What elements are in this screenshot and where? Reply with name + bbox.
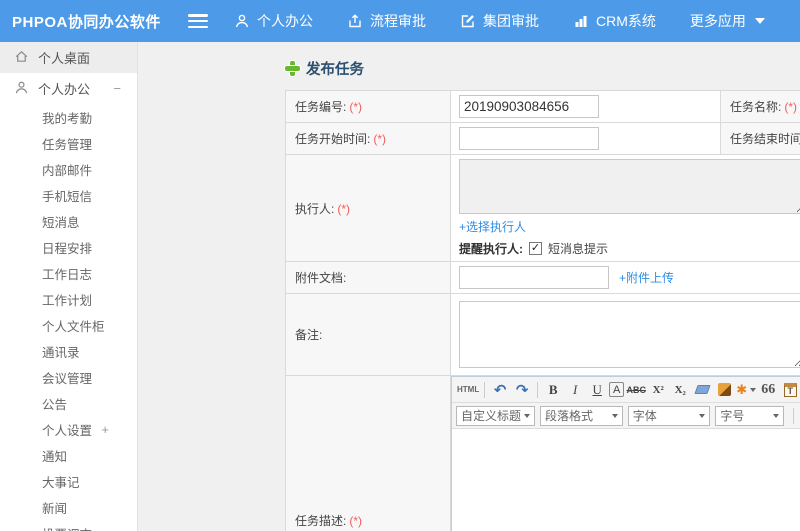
strikethrough-button[interactable]: ABC [626, 380, 646, 400]
sidebar-item-mobile-sms[interactable]: 手机短信 [0, 182, 137, 208]
page-title-text: 发布任务 [306, 62, 364, 78]
nav-label: CRM系统 [596, 13, 656, 29]
nav-label: 流程审批 [370, 13, 426, 29]
font-border-button[interactable]: A [609, 382, 625, 397]
editor-content[interactable] [452, 429, 800, 531]
font-size-dropdown[interactable]: 字号 [715, 405, 784, 426]
attachment-input[interactable] [459, 266, 609, 289]
font-family-dropdown[interactable]: 字体 [627, 405, 711, 426]
attachment-label-cell: 附件文档: [285, 261, 451, 294]
sidebar-item-notice[interactable]: 通知 [0, 442, 137, 468]
nav-label: 个人办公 [257, 13, 313, 29]
upload-arrow-icon [347, 13, 363, 29]
sidebar-item-my-attendance[interactable]: 我的考勤 [0, 104, 137, 130]
sidebar-item-memorabilia[interactable]: 大事记 [0, 468, 137, 494]
sidebar-item-announcement[interactable]: 公告 [0, 390, 137, 416]
required-mark: (*) [349, 514, 363, 528]
description-label-cell: 任务描述: (*) [285, 375, 451, 531]
sidebar-item-internal-mail[interactable]: 内部邮件 [0, 156, 137, 182]
task-name-label-cell: 任务名称: (*) [720, 90, 800, 123]
sidebar-item-label: 个人办公 [38, 82, 91, 97]
sms-remind-checkbox[interactable]: ✓ [529, 242, 542, 255]
top-navbar: PHPOA协同办公软件 个人办公 流程审批 集团审批 CRM系统 更多应用 [0, 0, 800, 42]
add-icon [285, 61, 300, 76]
end-time-label-cell: 任务结束时间:(*) [720, 122, 800, 155]
nav-group-approval[interactable]: 集团审批 [460, 11, 539, 31]
menu-toggle-icon[interactable] [188, 14, 208, 28]
remark-textarea[interactable] [459, 301, 800, 368]
sidebar-item-label: 个人桌面 [38, 51, 91, 66]
edit-square-icon [460, 13, 476, 29]
nav-crm-system[interactable]: CRM系统 [573, 11, 656, 31]
collapse-icon[interactable]: − [113, 81, 121, 96]
page-title: 发布任务 [285, 58, 800, 79]
paste-text-icon[interactable]: T [780, 380, 800, 400]
nav-label: 更多应用 [689, 13, 746, 29]
sidebar-item-work-plan[interactable]: 工作计划 [0, 286, 137, 312]
editor-toolbar-row1: HTML ↶ ↷ B I U A ABC X² X₂ ✱ 66 T [452, 377, 800, 403]
eraser-icon[interactable] [692, 380, 712, 400]
rich-text-editor: HTML ↶ ↷ B I U A ABC X² X₂ ✱ 66 T 自定义标题 … [451, 376, 800, 531]
sidebar-item-desktop[interactable]: 个人桌面 [0, 42, 137, 73]
sidebar-item-vote-survey[interactable]: 投票调查 [0, 520, 137, 531]
sidebar-item-personal-office[interactable]: 个人办公 − [0, 73, 137, 104]
user-icon [234, 13, 250, 29]
sidebar: 个人桌面 个人办公 − 我的考勤 任务管理 内部邮件 手机短信 短消息 日程安排… [0, 42, 138, 531]
nav-label: 集团审批 [483, 13, 539, 29]
task-number-input[interactable] [459, 95, 599, 118]
chevron-down-icon [754, 18, 765, 24]
main-content: 发布任务 任务编号:(*) 任务名称:(*) 任务开始时间:(*) [138, 42, 800, 531]
bold-button[interactable]: B [543, 380, 563, 400]
undo-icon[interactable]: ↶ [490, 380, 510, 400]
home-icon [14, 49, 29, 67]
choose-executor-link[interactable]: +选择执行人 [459, 220, 526, 234]
executor-label-cell: 执行人: (*) [285, 154, 451, 262]
start-time-input[interactable] [459, 127, 599, 150]
nav-workflow-approval[interactable]: 流程审批 [347, 11, 426, 31]
sidebar-item-work-log[interactable]: 工作日志 [0, 260, 137, 286]
remind-executor-label: 提醒执行人: [459, 242, 523, 256]
sidebar-item-short-message[interactable]: 短消息 [0, 208, 137, 234]
remark-label-cell: 备注: [285, 293, 451, 376]
sidebar-item-personal-settings[interactable]: 个人设置 + [0, 416, 137, 442]
html-source-button[interactable]: HTML [457, 380, 479, 400]
redo-icon[interactable]: ↷ [512, 380, 532, 400]
sidebar-item-contacts[interactable]: 通讯录 [0, 338, 137, 364]
sidebar-item-schedule[interactable]: 日程安排 [0, 234, 137, 260]
superscript-button[interactable]: X² [648, 380, 668, 400]
task-form-table: 任务编号:(*) 任务名称:(*) 任务开始时间:(*) 任务结束时间:(*) [285, 90, 800, 531]
bar-chart-icon [573, 13, 589, 29]
required-mark: (*) [349, 100, 363, 114]
app-brand: PHPOA协同办公软件 [12, 13, 161, 31]
required-mark: (*) [337, 201, 351, 216]
start-time-label-cell: 任务开始时间: (*) [285, 122, 451, 155]
custom-heading-dropdown[interactable]: 自定义标题 [456, 405, 536, 426]
attachment-upload-link[interactable]: +附件上传 [619, 269, 674, 286]
user-icon [14, 80, 29, 98]
required-mark: (*) [373, 132, 387, 146]
format-brush-icon[interactable] [714, 380, 734, 400]
magic-wand-icon[interactable]: ✱ [736, 380, 757, 400]
sidebar-item-meeting-management[interactable]: 会议管理 [0, 364, 137, 390]
sms-remind-option-label: 短消息提示 [548, 242, 609, 256]
nav-more-apps[interactable]: 更多应用 [690, 11, 765, 31]
expand-icon[interactable]: + [101, 422, 109, 437]
nav-personal-office[interactable]: 个人办公 [234, 11, 313, 31]
required-mark: (*) [784, 100, 798, 114]
sidebar-item-news[interactable]: 新闻 [0, 494, 137, 520]
executor-textarea[interactable] [459, 159, 800, 214]
blockquote-icon[interactable]: 66 [758, 380, 778, 400]
paragraph-format-dropdown[interactable]: 段落格式 [540, 405, 623, 426]
editor-toolbar-row2: 自定义标题 段落格式 字体 字号 [452, 403, 800, 429]
italic-button[interactable]: I [565, 380, 585, 400]
sidebar-item-task-management[interactable]: 任务管理 [0, 130, 137, 156]
sidebar-item-file-cabinet[interactable]: 个人文件柜 [0, 312, 137, 338]
subscript-button[interactable]: X₂ [670, 380, 690, 400]
task-number-label-cell: 任务编号: (*) [285, 90, 451, 123]
underline-button[interactable]: U [587, 380, 607, 400]
